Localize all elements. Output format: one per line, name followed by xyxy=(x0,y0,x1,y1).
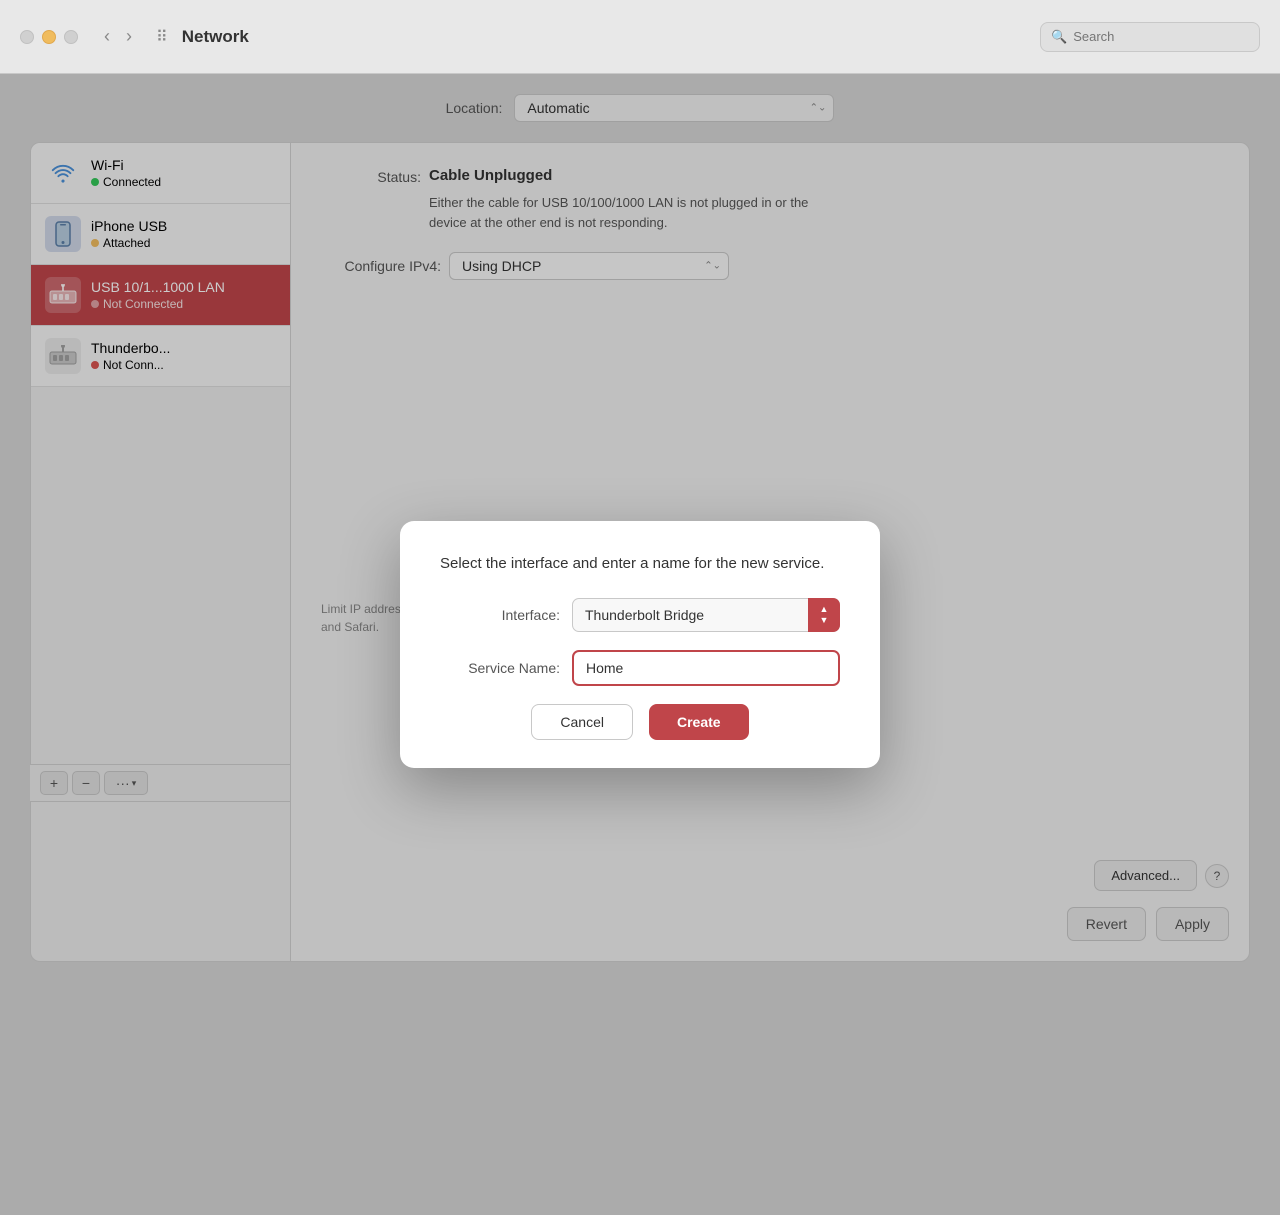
modal-buttons: Cancel Create xyxy=(440,704,840,740)
modal-service-name-row: Service Name: xyxy=(440,650,840,686)
modal-stepper[interactable]: ▲ ▼ xyxy=(808,598,840,632)
search-input[interactable] xyxy=(1073,29,1249,44)
traffic-lights xyxy=(20,30,78,44)
titlebar: ‹ › ⠿ Network 🔍 xyxy=(0,0,1280,74)
modal-create-button[interactable]: Create xyxy=(649,704,749,740)
maximize-button[interactable] xyxy=(64,30,78,44)
modal-service-name-input[interactable] xyxy=(572,650,840,686)
search-icon: 🔍 xyxy=(1051,29,1067,45)
grid-icon: ⠿ xyxy=(156,27,168,47)
modal-interface-row: Interface: Thunderbolt Bridge ▲ ▼ xyxy=(440,598,840,632)
search-box[interactable]: 🔍 xyxy=(1040,22,1260,52)
modal-interface-wrapper: Thunderbolt Bridge ▲ ▼ xyxy=(572,598,840,632)
modal-cancel-button[interactable]: Cancel xyxy=(531,704,633,740)
modal-title: Select the interface and enter a name fo… xyxy=(440,553,840,574)
back-button[interactable]: ‹ xyxy=(98,22,116,51)
close-button[interactable] xyxy=(20,30,34,44)
window-title: Network xyxy=(182,27,249,47)
modal-interface-label: Interface: xyxy=(440,607,560,623)
minimize-button[interactable] xyxy=(42,30,56,44)
nav-buttons: ‹ › xyxy=(98,22,138,51)
modal-overlay: Select the interface and enter a name fo… xyxy=(0,74,1280,1215)
new-service-modal: Select the interface and enter a name fo… xyxy=(400,521,880,768)
forward-button[interactable]: › xyxy=(120,22,138,51)
modal-service-name-label: Service Name: xyxy=(440,660,560,676)
main-content: Location: Automatic Wi xyxy=(0,74,1280,1215)
modal-interface-select[interactable]: Thunderbolt Bridge xyxy=(572,598,840,632)
